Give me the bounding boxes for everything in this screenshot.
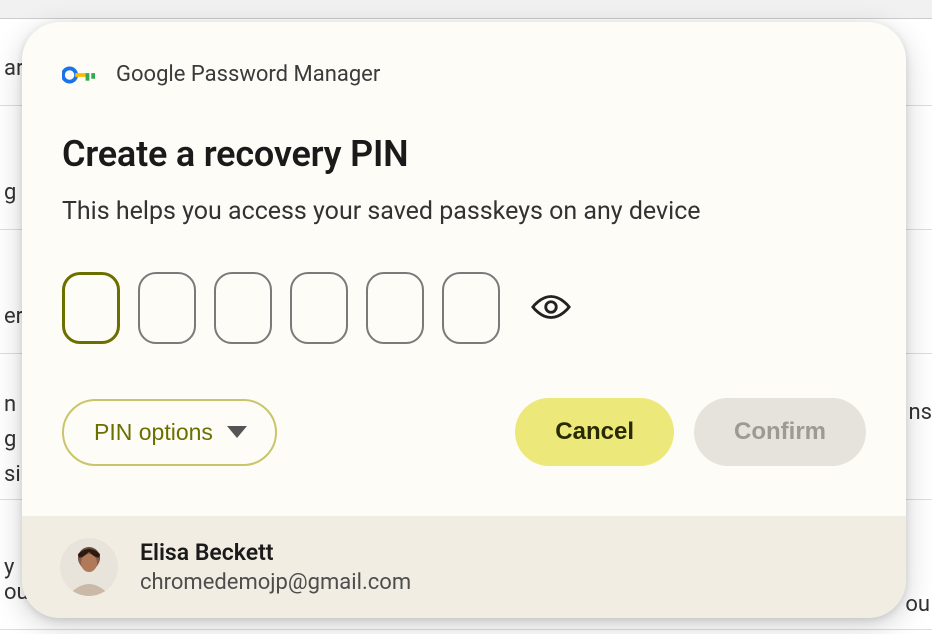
pin-input-row: [62, 272, 866, 344]
chevron-down-icon: [227, 426, 247, 438]
user-name: Elisa Beckett: [140, 539, 411, 566]
bg-text: ns: [908, 400, 932, 425]
user-email: chromedemojp@gmail.com: [140, 570, 411, 595]
dialog-title: Create a recovery PIN: [62, 133, 866, 175]
pin-digit-6[interactable]: [442, 272, 500, 344]
eye-icon: [530, 310, 572, 325]
dialog-subtitle: This helps you access your saved passkey…: [62, 197, 866, 226]
recovery-pin-dialog: Google Password Manager Create a recover…: [22, 22, 906, 618]
bg-text: ou: [905, 592, 930, 617]
pin-digit-4[interactable]: [290, 272, 348, 344]
pin-digit-2[interactable]: [138, 272, 196, 344]
pin-digit-5[interactable]: [366, 272, 424, 344]
account-footer[interactable]: Elisa Beckett chromedemojp@gmail.com: [22, 516, 906, 618]
pin-digit-3[interactable]: [214, 272, 272, 344]
app-header: Google Password Manager: [62, 62, 866, 87]
confirm-button[interactable]: Confirm: [694, 398, 866, 466]
pin-options-dropdown[interactable]: PIN options: [62, 399, 277, 466]
password-manager-key-icon: [62, 63, 96, 87]
cancel-button[interactable]: Cancel: [515, 398, 674, 466]
app-name: Google Password Manager: [116, 62, 380, 87]
pin-digit-1[interactable]: [62, 272, 120, 344]
avatar: [60, 538, 118, 596]
toggle-visibility-button[interactable]: [526, 288, 576, 329]
pin-options-label: PIN options: [94, 419, 213, 446]
